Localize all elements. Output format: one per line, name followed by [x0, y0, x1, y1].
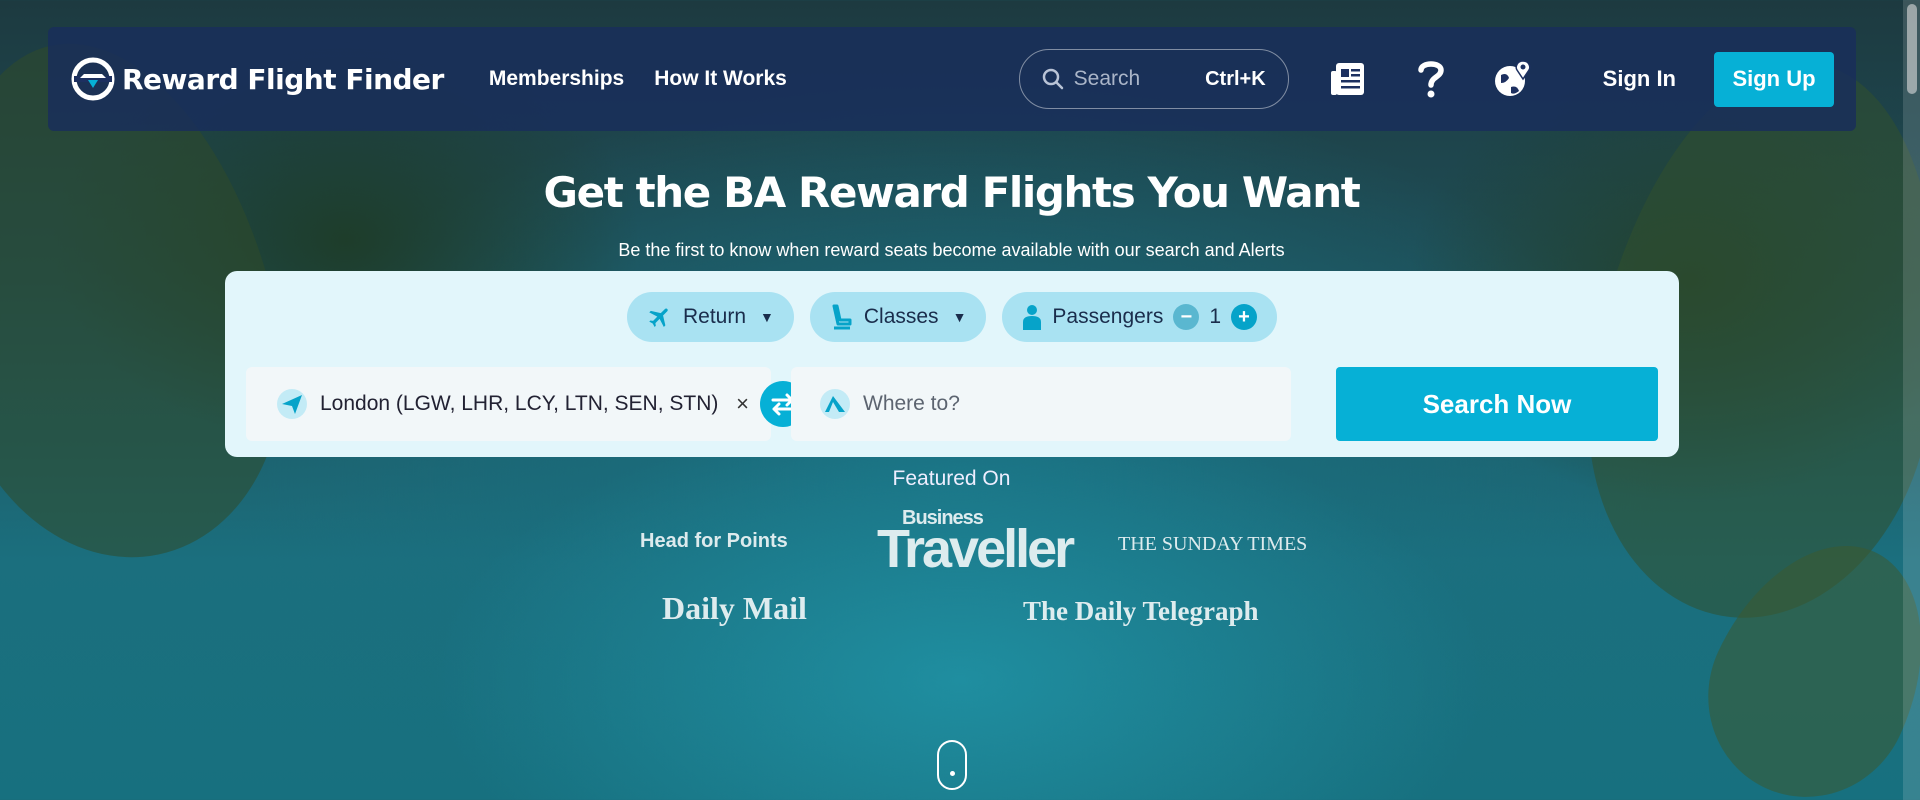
- featured-on-label: Featured On: [892, 467, 1011, 490]
- trip-type-dropdown[interactable]: Return ▼: [626, 292, 794, 342]
- cabin-class-dropdown[interactable]: Classes ▼: [809, 292, 987, 342]
- plane-icon: [649, 308, 668, 327]
- nav-link-memberships[interactable]: Memberships: [489, 67, 624, 91]
- globe-icon: [1494, 60, 1531, 96]
- sign-in-link[interactable]: Sign In: [1603, 66, 1676, 92]
- news-button[interactable]: [1327, 57, 1371, 101]
- seat-icon: [832, 304, 852, 330]
- increase-passengers-button[interactable]: +: [1231, 304, 1258, 330]
- departure-icon: [277, 389, 307, 419]
- help-icon: [1417, 61, 1444, 98]
- scroll-down-indicator[interactable]: [937, 740, 967, 790]
- page-scrollbar[interactable]: [1903, 0, 1920, 800]
- outlet-business-traveller-bottom: Traveller: [877, 519, 1075, 579]
- search-placeholder: Search: [1073, 67, 1141, 90]
- scrollbar-thumb[interactable]: [1907, 4, 1917, 94]
- search-now-button[interactable]: Search Now: [1336, 367, 1658, 441]
- hero-subtitle: Be the first to know when reward seats b…: [618, 240, 1285, 260]
- logo-icon: [71, 57, 115, 101]
- chevron-down-icon: ▼: [760, 309, 774, 325]
- outlet-head-for-points: Head for Points: [640, 530, 788, 552]
- destination-field[interactable]: Where to?: [791, 367, 1291, 441]
- outlet-daily-telegraph: The Daily Telegraph: [1023, 596, 1259, 626]
- arrival-icon: [820, 389, 850, 419]
- passenger-selector: Passengers − 1 +: [1002, 292, 1278, 342]
- destination-placeholder: Where to?: [863, 392, 960, 415]
- site-search[interactable]: Search Ctrl+K: [1018, 49, 1289, 109]
- scroll-dot: [950, 771, 955, 776]
- passengers-label: Passengers: [1052, 305, 1164, 328]
- decrease-passengers-button[interactable]: −: [1173, 304, 1200, 330]
- region-button[interactable]: [1491, 57, 1535, 101]
- clear-origin-button[interactable]: ×: [736, 391, 749, 417]
- flight-search-panel: Return ▼ Classes ▼ Passengers − 1 + Lond…: [225, 271, 1679, 457]
- nav-link-how-it-works[interactable]: How It Works: [654, 67, 787, 91]
- brand-name: Reward Flight Finder: [122, 62, 444, 96]
- news-icon: [1330, 63, 1364, 95]
- top-nav: Reward Flight Finder Memberships How It …: [48, 27, 1856, 131]
- origin-value: London (LGW, LHR, LCY, LTN, SEN, STN): [320, 392, 719, 415]
- origin-field[interactable]: London (LGW, LHR, LCY, LTN, SEN, STN) ×: [246, 367, 771, 441]
- sign-up-button[interactable]: Sign Up: [1714, 51, 1834, 107]
- trip-type-label: Return: [682, 305, 746, 328]
- outlet-business-traveller: Business Traveller: [877, 508, 1075, 576]
- outlet-daily-mail: Daily Mail: [662, 590, 807, 626]
- person-icon: [1023, 305, 1042, 330]
- nav-links: Memberships How It Works: [489, 67, 787, 91]
- search-shortcut: Ctrl+K: [1205, 67, 1266, 90]
- search-icon: [1042, 68, 1063, 90]
- help-button[interactable]: [1409, 57, 1453, 101]
- passenger-count: 1: [1209, 305, 1222, 328]
- brand-logo[interactable]: Reward Flight Finder: [70, 56, 444, 102]
- hero-title: Get the BA Reward Flights You Want: [543, 168, 1361, 217]
- outlet-sunday-times: THE SUNDAY TIMES: [1118, 533, 1308, 555]
- search-options: Return ▼ Classes ▼ Passengers − 1 +: [225, 292, 1679, 342]
- cabin-class-label: Classes: [863, 305, 939, 328]
- chevron-down-icon: ▼: [952, 309, 967, 325]
